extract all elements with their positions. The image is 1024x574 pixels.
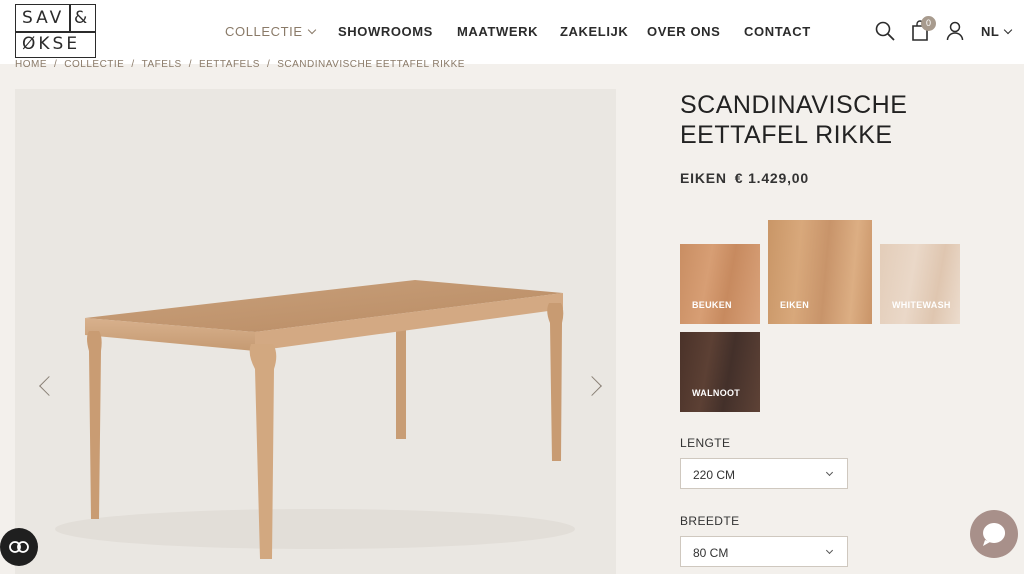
price-row: EIKEN € 1.429,00 bbox=[680, 170, 809, 186]
breadcrumb-item-tafels[interactable]: TAFELS bbox=[142, 59, 182, 70]
chat-button[interactable] bbox=[970, 510, 1018, 558]
cookie-settings-button[interactable] bbox=[0, 528, 38, 566]
nav-item-zakelijk[interactable]: ZAKELIJK bbox=[560, 24, 628, 39]
user-icon[interactable] bbox=[946, 20, 964, 47]
select-value: 220 CM bbox=[693, 468, 736, 482]
logo-text-ampersand: & bbox=[74, 8, 88, 28]
product-title-line: SCANDINAVISCHE bbox=[680, 91, 908, 119]
lengte-label: LENGTE bbox=[680, 436, 731, 450]
product-variant: EIKEN bbox=[680, 170, 727, 186]
breadcrumb-item-home[interactable]: HOME bbox=[15, 59, 47, 70]
logo-divider bbox=[69, 5, 71, 31]
chevron-down-icon bbox=[825, 468, 834, 477]
site-header: SAV & ØKSE COLLECTIE SHOWROOMS MAATWERK … bbox=[0, 0, 1024, 64]
breadcrumb-item-collectie[interactable]: COLLECTIE bbox=[64, 59, 124, 70]
nav-item-collectie[interactable]: COLLECTIE bbox=[225, 24, 316, 39]
product-price: € 1.429,00 bbox=[734, 170, 809, 186]
breedte-label: BREEDTE bbox=[680, 514, 740, 528]
sav-okse-logo[interactable]: SAV & ØKSE bbox=[15, 4, 96, 58]
swatch-label: WALNOOT bbox=[692, 388, 741, 398]
chevron-down-icon bbox=[825, 546, 834, 555]
swatch-label: EIKEN bbox=[780, 300, 810, 310]
language-label: NL bbox=[981, 24, 1000, 39]
swatch-label: BEUKEN bbox=[692, 300, 732, 310]
cookie-settings-icon bbox=[9, 541, 29, 553]
breadcrumb: HOME / COLLECTIE / TAFELS / EETTAFELS / SCANDINA… bbox=[15, 59, 465, 70]
swatch-eiken[interactable]: EIKEN bbox=[768, 220, 872, 324]
logo-text-sav: SAV bbox=[22, 8, 65, 28]
language-selector[interactable]: NL bbox=[981, 24, 1013, 39]
nav-item-label: COLLECTIE bbox=[225, 24, 303, 39]
swatch-beuken[interactable]: BEUKEN bbox=[680, 244, 760, 324]
lengte-select[interactable]: 220 CM bbox=[680, 458, 848, 489]
select-value: 80 CM bbox=[693, 546, 729, 560]
product-image-gallery bbox=[15, 89, 616, 574]
search-icon[interactable] bbox=[874, 20, 896, 47]
nav-item-showrooms[interactable]: SHOWROOMS bbox=[338, 24, 433, 39]
breadcrumb-item-eettafels[interactable]: EETTAFELS bbox=[199, 59, 260, 70]
nav-item-contact[interactable]: CONTACT bbox=[744, 24, 811, 39]
breedte-select[interactable]: 80 CM bbox=[680, 536, 848, 567]
chevron-down-icon bbox=[307, 25, 316, 35]
chevron-down-icon bbox=[1004, 25, 1013, 35]
breadcrumb-item-current: SCANDINAVISCHE EETTAFEL RIKKE bbox=[277, 59, 465, 70]
swatch-label: WHITEWASH bbox=[892, 300, 951, 310]
product-title: SCANDINAVISCHE EETTAFEL RIKKE bbox=[680, 90, 980, 150]
swatch-walnoot[interactable]: WALNOOT bbox=[680, 332, 760, 412]
logo-divider bbox=[16, 31, 95, 33]
nav-item-over-ons[interactable]: OVER ONS bbox=[647, 24, 720, 39]
chat-bubble-icon bbox=[983, 523, 1006, 546]
cart-count-badge: 0 bbox=[921, 16, 936, 31]
nav-item-maatwerk[interactable]: MAATWERK bbox=[457, 24, 538, 39]
swatch-whitewash[interactable]: WHITEWASH bbox=[880, 244, 960, 324]
product-title-line: EETTAFEL RIKKE bbox=[680, 121, 893, 149]
logo-text-okse: ØKSE bbox=[22, 34, 81, 54]
product-photo-dining-table bbox=[55, 280, 575, 559]
